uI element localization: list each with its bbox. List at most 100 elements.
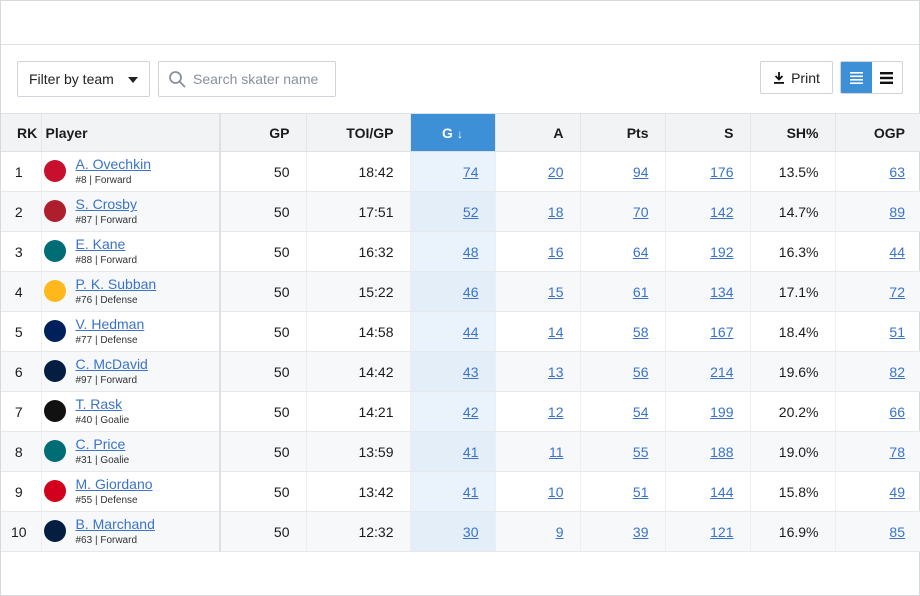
filter-by-team-dropdown[interactable]: Filter by team <box>17 61 150 97</box>
ogp-cell: 89 <box>834 191 920 232</box>
gp-cell: 50 <box>219 351 306 392</box>
player-name-link[interactable]: A. Ovechkin <box>76 156 151 172</box>
points-link[interactable]: 94 <box>633 164 649 180</box>
ogp-link[interactable]: 44 <box>889 244 905 260</box>
col-header-a[interactable]: A <box>494 113 580 152</box>
shots-link[interactable]: 192 <box>710 244 733 260</box>
points-link[interactable]: 70 <box>633 204 649 220</box>
shots-link[interactable]: 142 <box>710 204 733 220</box>
gp-cell: 50 <box>219 431 306 472</box>
assists-link[interactable]: 14 <box>548 324 564 340</box>
col-header-rk[interactable]: RK <box>1 113 41 152</box>
sharks-logo-icon <box>43 240 66 263</box>
assists-link[interactable]: 16 <box>548 244 564 260</box>
points-link[interactable]: 56 <box>633 364 649 380</box>
shots-link[interactable]: 144 <box>710 484 733 500</box>
shots-link[interactable]: 176 <box>710 164 733 180</box>
ogp-cell: 66 <box>834 391 920 432</box>
assists-cell: 18 <box>494 191 580 232</box>
ogp-link[interactable]: 51 <box>889 324 905 340</box>
player-name-link[interactable]: S. Crosby <box>76 196 138 212</box>
table-header-row: RK Player GP TOI/GP G ↓ A Pts S SH% OGP <box>1 113 920 152</box>
shots-link[interactable]: 188 <box>710 444 733 460</box>
goals-link[interactable]: 41 <box>463 444 479 460</box>
shots-cell: 176 <box>664 151 750 192</box>
goals-link[interactable]: 52 <box>463 204 479 220</box>
points-link[interactable]: 58 <box>633 324 649 340</box>
shots-link[interactable]: 121 <box>710 524 733 540</box>
col-header-player[interactable]: Player <box>40 113 221 152</box>
ogp-link[interactable]: 49 <box>889 484 905 500</box>
points-link[interactable]: 61 <box>633 284 649 300</box>
col-header-s[interactable]: S <box>664 113 750 152</box>
points-link[interactable]: 51 <box>633 484 649 500</box>
player-name-link[interactable]: E. Kane <box>76 236 138 252</box>
ogp-link[interactable]: 63 <box>889 164 905 180</box>
player-name-link[interactable]: P. K. Subban <box>76 276 157 292</box>
ogp-link[interactable]: 66 <box>889 404 905 420</box>
goals-link[interactable]: 43 <box>463 364 479 380</box>
points-link[interactable]: 39 <box>633 524 649 540</box>
col-header-toi[interactable]: TOI/GP <box>305 113 410 152</box>
assists-link[interactable]: 15 <box>548 284 564 300</box>
assists-link[interactable]: 18 <box>548 204 564 220</box>
player-name-link[interactable]: T. Rask <box>76 396 130 412</box>
points-link[interactable]: 64 <box>633 244 649 260</box>
shooting-pct-cell: 13.5% <box>749 151 835 192</box>
search-input[interactable] <box>193 71 333 87</box>
goals-link[interactable]: 74 <box>463 164 479 180</box>
shots-cell: 214 <box>664 351 750 392</box>
ogp-link[interactable]: 82 <box>889 364 905 380</box>
assists-link[interactable]: 11 <box>549 444 564 460</box>
search-field[interactable] <box>158 61 336 97</box>
player-name-link[interactable]: C. Price <box>76 436 130 452</box>
assists-link[interactable]: 9 <box>556 524 564 540</box>
toi-cell: 13:59 <box>305 431 410 472</box>
goals-link[interactable]: 44 <box>463 324 479 340</box>
ogp-link[interactable]: 85 <box>889 524 905 540</box>
col-header-ogp[interactable]: OGP <box>834 113 920 152</box>
col-header-gp[interactable]: GP <box>219 113 306 152</box>
shots-link[interactable]: 214 <box>710 364 733 380</box>
shots-cell: 192 <box>664 231 750 272</box>
assists-link[interactable]: 10 <box>548 484 564 500</box>
shots-link[interactable]: 167 <box>710 324 733 340</box>
player-name-link[interactable]: B. Marchand <box>76 516 155 532</box>
assists-link[interactable]: 12 <box>548 404 564 420</box>
table-row: 3 E. Kane #88 | Forward 50 16:32 48 16 64 192 16.… <box>1 231 920 272</box>
ogp-link[interactable]: 72 <box>889 284 905 300</box>
col-header-pts[interactable]: Pts <box>579 113 665 152</box>
goals-link[interactable]: 42 <box>463 404 479 420</box>
print-button[interactable]: Print <box>760 61 833 94</box>
goals-link[interactable]: 30 <box>463 524 479 540</box>
arrow-down-icon: ↓ <box>456 126 463 141</box>
list-view-button[interactable] <box>841 62 872 93</box>
ogp-link[interactable]: 78 <box>889 444 905 460</box>
rank-cell: 5 <box>1 311 41 352</box>
points-link[interactable]: 54 <box>633 404 649 420</box>
player-meta: #55 | Defense <box>75 494 138 506</box>
table-row: 6 C. McDavid #97 | Forward 50 14:42 43 13 56 214… <box>1 351 920 392</box>
shots-link[interactable]: 199 <box>710 404 733 420</box>
points-cell: 55 <box>579 431 665 472</box>
ogp-link[interactable]: 89 <box>889 204 905 220</box>
points-link[interactable]: 55 <box>633 444 649 460</box>
col-header-g[interactable]: G ↓ <box>409 113 495 152</box>
stats-widget: Filter by team Print <box>0 0 920 596</box>
compact-view-button[interactable] <box>872 62 903 93</box>
goals-link[interactable]: 46 <box>463 284 479 300</box>
assists-link[interactable]: 20 <box>548 164 564 180</box>
shots-link[interactable]: 134 <box>710 284 733 300</box>
goals-link[interactable]: 41 <box>463 484 479 500</box>
col-header-sh-pct[interactable]: SH% <box>749 113 835 152</box>
goals-link[interactable]: 48 <box>463 244 479 260</box>
rank-cell: 4 <box>1 271 41 312</box>
assists-link[interactable]: 13 <box>548 364 564 380</box>
player-name-link[interactable]: V. Hedman <box>76 316 145 332</box>
assists-cell: 14 <box>494 311 580 352</box>
player-name-link[interactable]: M. Giordano <box>76 476 153 492</box>
download-icon <box>774 72 785 84</box>
rank-cell: 6 <box>1 351 41 392</box>
shots-cell: 167 <box>664 311 750 352</box>
player-name-link[interactable]: C. McDavid <box>76 356 148 372</box>
